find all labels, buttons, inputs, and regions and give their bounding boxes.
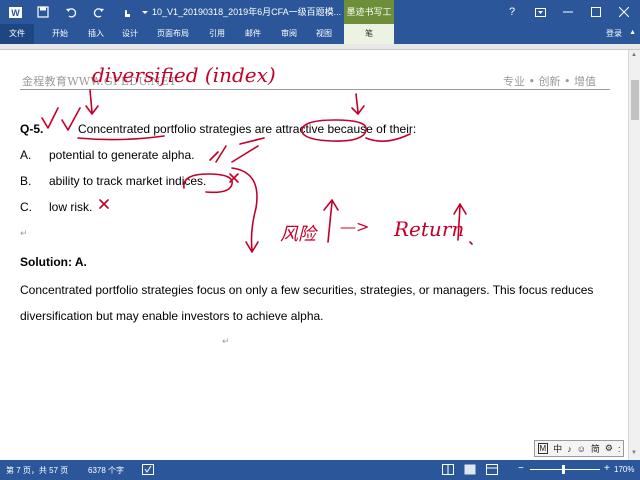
ribbon-tab-bar: 文件 开始 插入 设计 页面布局 引用 邮件 审阅 视图 笔 登录 ▲ <box>0 24 640 44</box>
tab-insert[interactable]: 插入 <box>80 24 112 44</box>
page-header-left: 金程教育WWW.GFEDU.NET <box>22 75 177 88</box>
scroll-up-icon[interactable]: ▲ <box>631 52 637 58</box>
ime-settings-icon[interactable]: ⚙ <box>605 443 613 454</box>
solution-body: Concentrated portfolio strategies focus … <box>20 283 594 323</box>
ime-mode-icon[interactable]: M <box>537 443 549 454</box>
zoom-slider-thumb[interactable] <box>562 465 565 474</box>
ink-dot <box>469 241 473 245</box>
svg-text:W: W <box>11 8 20 18</box>
header-divider <box>20 89 610 90</box>
ime-simplified-toggle[interactable]: 简 <box>591 442 600 455</box>
tab-pen[interactable]: 笔 <box>344 24 394 44</box>
option-b-text: ability to track market indices. <box>49 174 207 188</box>
close-icon <box>619 7 629 17</box>
ink-arrow <box>351 93 365 115</box>
ink-x-mark <box>229 173 239 183</box>
minimize-button[interactable] <box>554 0 582 24</box>
solution-title: Solution: A. <box>20 255 87 269</box>
ime-more-icon[interactable]: : <box>618 444 621 454</box>
collapse-ribbon-icon[interactable]: ▲ <box>629 29 636 36</box>
word-icon[interactable]: W <box>6 3 24 21</box>
ink-x-mark <box>99 199 109 209</box>
ink-underline <box>77 135 165 141</box>
ink-arrow <box>323 199 339 243</box>
paragraph-mark: ↵ <box>20 228 28 238</box>
tab-view[interactable]: 视图 <box>308 24 340 44</box>
ink-arrow <box>231 137 265 163</box>
save-icon[interactable] <box>34 3 52 21</box>
touch-mode-icon[interactable] <box>118 3 136 21</box>
redo-icon[interactable] <box>90 3 108 21</box>
tab-home[interactable]: 开始 <box>44 24 76 44</box>
zoom-slider[interactable] <box>530 469 600 470</box>
ime-emoji-icon[interactable]: ☺ <box>577 444 586 454</box>
maximize-button[interactable] <box>582 0 610 24</box>
option-c-letter: C. <box>20 200 32 214</box>
ink-note-return: Return <box>393 217 464 241</box>
ink-annotations: diversified (index) 风险 —> Return <box>41 63 473 253</box>
minimize-icon <box>563 11 573 13</box>
proofing-icon[interactable] <box>142 464 154 477</box>
maximize-icon <box>591 7 601 17</box>
tab-layout[interactable]: 页面布局 <box>152 24 194 44</box>
ink-arrow <box>85 89 99 115</box>
ink-note-arrow: —> <box>340 217 369 236</box>
option-a-text: potential to generate alpha. <box>49 148 195 162</box>
ink-tools-context-title: 墨迹书写工具 <box>344 0 394 41</box>
undo-icon[interactable] <box>62 3 80 21</box>
close-button[interactable] <box>610 0 638 24</box>
option-a-letter: A. <box>20 148 32 162</box>
tab-references[interactable]: 引用 <box>202 24 232 44</box>
option-b-letter: B. <box>20 174 32 188</box>
login-link[interactable]: 登录 <box>606 24 622 44</box>
tab-design[interactable]: 设计 <box>114 24 146 44</box>
question-number: Q-5. <box>20 122 44 136</box>
ink-arrow <box>453 203 467 241</box>
ime-chinese-toggle[interactable]: 中 <box>553 442 562 455</box>
scroll-thumb[interactable] <box>631 80 639 120</box>
web-layout-icon[interactable] <box>486 464 498 477</box>
ribbon-display-button[interactable] <box>526 0 554 24</box>
print-layout-icon[interactable] <box>464 464 476 477</box>
zoom-in-button[interactable]: + <box>604 463 610 474</box>
help-button[interactable]: ? <box>498 0 526 24</box>
tab-file[interactable]: 文件 <box>0 24 34 44</box>
word-count[interactable]: 6378 个字 <box>88 465 124 476</box>
document-page[interactable]: 金程教育WWW.GFEDU.NET 专业 • 创新 • 增值 Q-5. Conc… <box>0 50 628 460</box>
ink-check-mark <box>41 107 59 129</box>
option-c-text: low risk. <box>49 200 93 214</box>
ime-toolbar[interactable]: M 中 ♪ ☺ 简 ⚙ : <box>534 440 624 457</box>
ink-arrow <box>231 167 259 253</box>
page-header-right: 专业 • 创新 • 增值 <box>503 75 596 88</box>
document-title: 10_V1_20190318_2019年6月CFA一级百题模... <box>152 7 342 17</box>
zoom-out-button[interactable]: − <box>518 463 524 474</box>
title-bar: W 10_V1_20190318_2019年6月CFA一级百题模... 墨迹书写… <box>0 0 640 41</box>
tab-mailings[interactable]: 邮件 <box>238 24 268 44</box>
question-stem: Concentrated portfolio strategies are at… <box>78 122 417 136</box>
paragraph-mark: ↵ <box>222 336 230 346</box>
ink-check-mark <box>209 145 227 163</box>
scroll-down-icon[interactable]: ▼ <box>631 450 637 456</box>
read-mode-icon[interactable] <box>442 464 454 477</box>
status-bar: 第 7 页，共 57 页 6378 个字 − + 170% <box>0 460 640 480</box>
ribbon-display-icon <box>534 7 546 17</box>
zoom-level[interactable]: 170% <box>614 465 634 474</box>
page-count[interactable]: 第 7 页，共 57 页 <box>6 465 68 476</box>
vertical-scrollbar[interactable]: ▲ ▼ <box>628 50 640 460</box>
ime-punctuation-icon[interactable]: ♪ <box>567 444 572 454</box>
tab-review[interactable]: 审阅 <box>274 24 304 44</box>
ink-note-risk: 风险 <box>280 224 318 245</box>
